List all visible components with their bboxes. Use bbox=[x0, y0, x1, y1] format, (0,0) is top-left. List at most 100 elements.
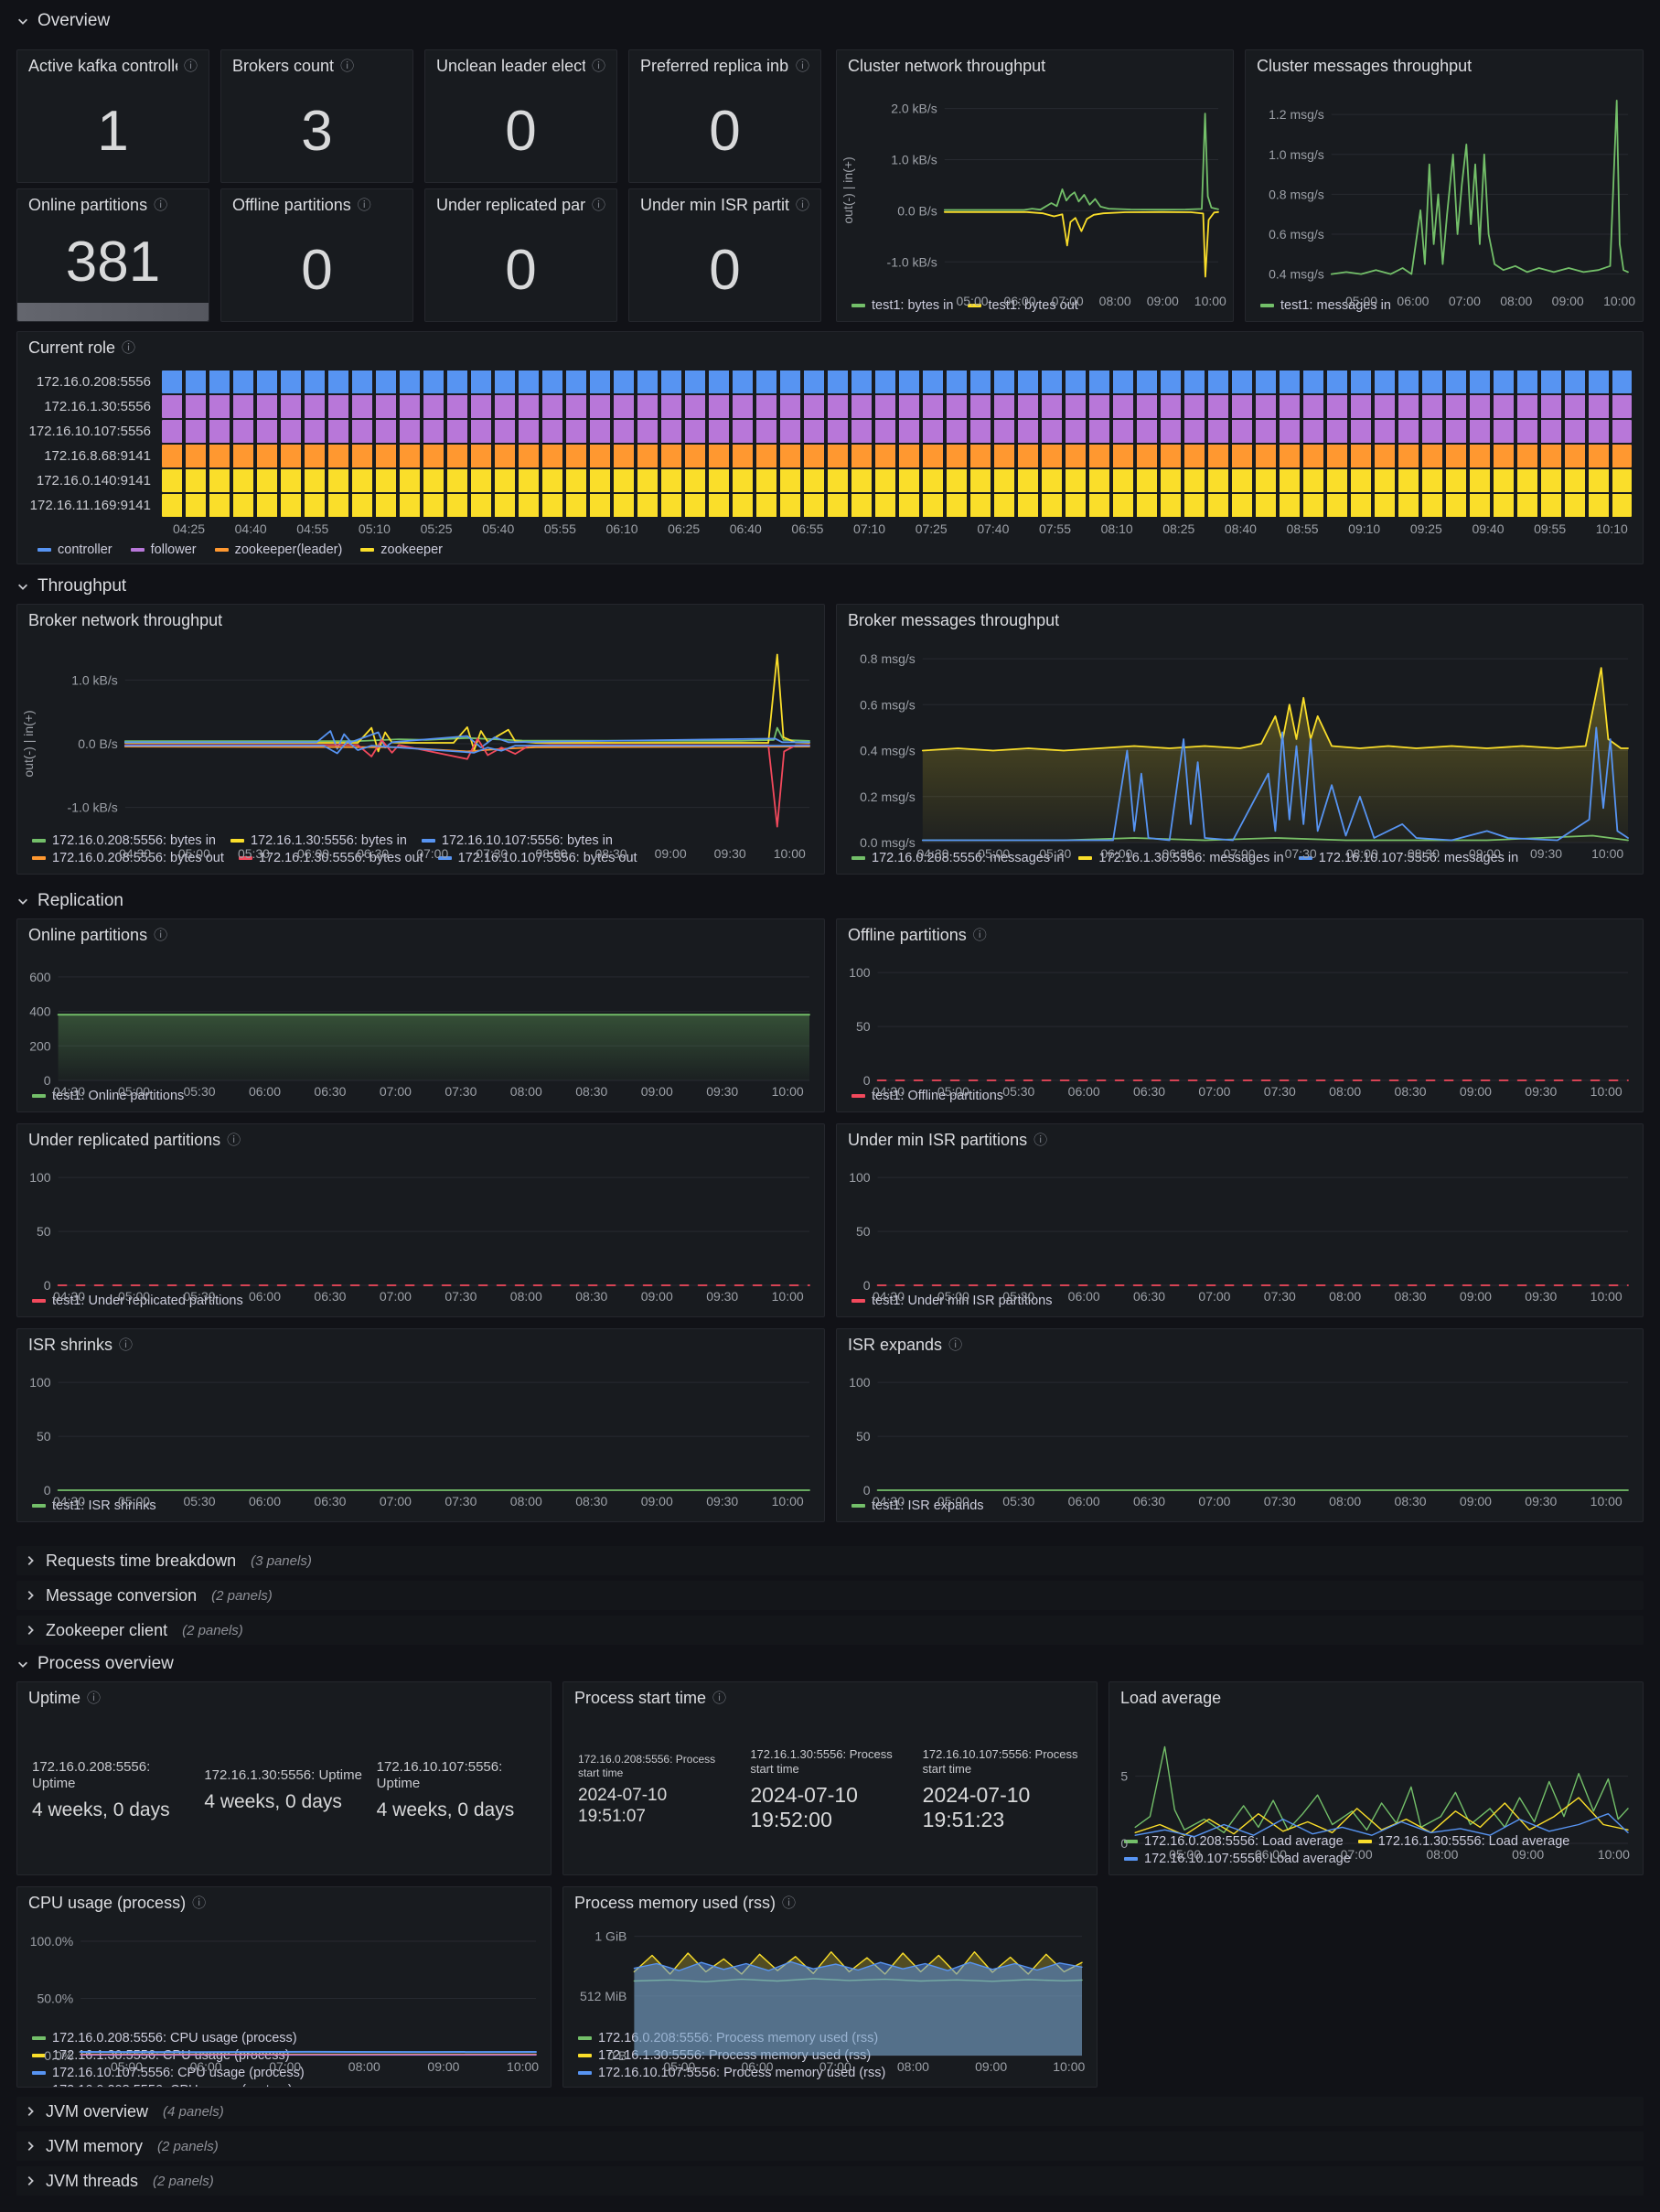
info-icon[interactable]: ⓘ bbox=[712, 1691, 726, 1705]
panel-title[interactable]: CPU usage (process) bbox=[28, 1894, 186, 1913]
info-icon[interactable]: ⓘ bbox=[592, 199, 605, 212]
legend-item[interactable]: 172.16.0.208:5556: CPU usage (system) bbox=[32, 2083, 293, 2088]
panel-title[interactable]: Current role bbox=[28, 338, 115, 358]
offline-partitions-chart[interactable]: 10050004:3005:0005:3006:0006:3007:0007:3… bbox=[841, 950, 1639, 1086]
panel-title[interactable]: Broker network throughput bbox=[28, 611, 222, 630]
panel-title[interactable]: ISR expands bbox=[848, 1336, 942, 1355]
cpu-usage-chart[interactable]: 100.0%50.0%0.0%05:0006:0007:0008:0009:00… bbox=[21, 1918, 547, 2028]
info-icon[interactable]: ⓘ bbox=[87, 1691, 101, 1705]
under-min-isr-chart[interactable]: 10050004:3005:0005:3006:0006:3007:0007:3… bbox=[841, 1155, 1639, 1291]
panel-title[interactable]: Offline partitions bbox=[848, 926, 967, 945]
svg-text:05:00: 05:00 bbox=[111, 2059, 143, 2074]
svg-text:0: 0 bbox=[863, 1278, 871, 1293]
panel-title[interactable]: Online partitions bbox=[28, 926, 147, 945]
online-partitions-chart[interactable]: 600400200004:3005:0005:3006:0006:3007:00… bbox=[21, 950, 820, 1086]
legend-item[interactable]: follower bbox=[131, 542, 197, 557]
info-icon[interactable]: ⓘ bbox=[154, 199, 167, 212]
svg-text:out(-) | in(+): out(-) | in(+) bbox=[21, 710, 36, 777]
svg-text:05:30: 05:30 bbox=[1002, 1289, 1034, 1304]
status-row-track[interactable] bbox=[162, 370, 1632, 393]
row-zookeeper-client[interactable]: Zookeeper client (2 panels) bbox=[16, 1616, 1644, 1645]
info-icon[interactable]: ⓘ bbox=[948, 1338, 962, 1352]
status-row-track[interactable] bbox=[162, 469, 1632, 492]
panel-title[interactable]: Online partitions bbox=[28, 196, 147, 215]
info-icon[interactable]: ⓘ bbox=[154, 929, 167, 942]
panel-under-min-isr-chart: Under min ISR partitions ⓘ 10050004:3005:… bbox=[836, 1123, 1644, 1317]
legend-item[interactable]: zookeeper(leader) bbox=[215, 542, 343, 557]
row-jvm-memory[interactable]: JVM memory (2 panels) bbox=[16, 2131, 1644, 2161]
info-icon[interactable]: ⓘ bbox=[782, 1896, 796, 1910]
info-icon[interactable]: ⓘ bbox=[340, 59, 354, 73]
isr-expands-chart[interactable]: 10050004:3005:0005:3006:0006:3007:0007:3… bbox=[841, 1360, 1639, 1496]
info-icon[interactable]: ⓘ bbox=[184, 59, 198, 73]
section-row-overview[interactable]: Overview bbox=[16, 9, 110, 33]
info-icon[interactable]: ⓘ bbox=[192, 1896, 206, 1910]
panel-title[interactable]: Uptime bbox=[28, 1689, 80, 1708]
status-row-track[interactable] bbox=[162, 395, 1632, 418]
panel-title[interactable]: Offline partitions bbox=[232, 196, 351, 215]
status-row: 172.16.1.30:5556 bbox=[25, 395, 1632, 418]
legend-label: 172.16.0.208:5556: CPU usage (system) bbox=[52, 2083, 293, 2088]
legend-item[interactable]: zookeeper bbox=[360, 542, 443, 557]
panel-title[interactable]: Unclean leader electic bbox=[436, 57, 585, 76]
info-icon[interactable]: ⓘ bbox=[592, 59, 605, 73]
load-average-chart[interactable]: 5005:0006:0007:0008:0009:0010:00 bbox=[1113, 1713, 1639, 1831]
svg-text:out(-) | in(+): out(-) | in(+) bbox=[841, 156, 855, 223]
row-requests-time-breakdown[interactable]: Requests time breakdown (3 panels) bbox=[16, 1546, 1644, 1575]
info-icon[interactable]: ⓘ bbox=[227, 1133, 241, 1147]
panel-title[interactable]: Process memory used (rss) bbox=[574, 1894, 776, 1913]
chevron-right-icon bbox=[24, 2140, 37, 2153]
legend-item[interactable]: controller bbox=[37, 542, 112, 557]
broker-network-chart[interactable]: 1.0 kB/s0.0 B/s-1.0 kB/s04:3005:0005:300… bbox=[21, 636, 820, 831]
panel-title[interactable]: Broker messages throughput bbox=[848, 611, 1059, 630]
chevron-right-icon bbox=[24, 2174, 37, 2187]
cluster-network-chart[interactable]: 2.0 kB/s1.0 kB/s0.0 B/s-1.0 kB/s05:0006:… bbox=[841, 81, 1229, 295]
panel-title[interactable]: Under replicated partitions bbox=[28, 1131, 220, 1150]
current-role-rows: 172.16.0.208:5556172.16.1.30:5556172.16.… bbox=[25, 370, 1632, 517]
panel-title[interactable]: Under min ISR partitio bbox=[640, 196, 789, 215]
svg-text:0.4 msg/s: 0.4 msg/s bbox=[860, 744, 916, 758]
row-jvm-threads[interactable]: JVM threads (2 panels) bbox=[16, 2166, 1644, 2196]
panel-offline-partitions-chart: Offline partitions ⓘ 10050004:3005:0005:3… bbox=[836, 918, 1644, 1112]
panel-title[interactable]: Under min ISR partitions bbox=[848, 1131, 1027, 1150]
panel-title[interactable]: Cluster network throughput bbox=[848, 57, 1045, 76]
section-row-process-overview[interactable]: Process overview bbox=[16, 1652, 174, 1676]
svg-text:05:00: 05:00 bbox=[663, 2059, 695, 2074]
panel-title[interactable]: Brokers count bbox=[232, 57, 334, 76]
panel-title[interactable]: ISR shrinks bbox=[28, 1336, 112, 1355]
svg-text:10:00: 10:00 bbox=[774, 846, 806, 861]
svg-text:07:00: 07:00 bbox=[416, 846, 448, 861]
info-icon[interactable]: ⓘ bbox=[973, 929, 987, 942]
section-row-throughput[interactable]: Throughput bbox=[16, 574, 126, 598]
row-jvm-overview[interactable]: JVM overview (4 panels) bbox=[16, 2097, 1644, 2126]
stat-value: 1 bbox=[17, 81, 209, 182]
stat-value: 0 bbox=[425, 81, 616, 182]
svg-text:06:30: 06:30 bbox=[314, 1084, 346, 1099]
panel-title[interactable]: Process start time bbox=[574, 1689, 706, 1708]
status-row-track[interactable] bbox=[162, 445, 1632, 467]
info-icon[interactable]: ⓘ bbox=[1033, 1133, 1047, 1147]
info-icon[interactable]: ⓘ bbox=[796, 59, 809, 73]
info-icon[interactable]: ⓘ bbox=[119, 1338, 133, 1352]
info-icon[interactable]: ⓘ bbox=[122, 341, 135, 355]
panel-title[interactable]: Active kafka controlle bbox=[28, 57, 177, 76]
section-row-replication[interactable]: Replication bbox=[16, 889, 123, 913]
cluster-messages-chart[interactable]: 1.2 msg/s1.0 msg/s0.8 msg/s0.6 msg/s0.4 … bbox=[1249, 81, 1639, 295]
svg-text:400: 400 bbox=[29, 1004, 51, 1019]
svg-text:0.0 B/s: 0.0 B/s bbox=[897, 203, 937, 218]
info-icon[interactable]: ⓘ bbox=[796, 199, 809, 212]
svg-text:09:00: 09:00 bbox=[975, 2059, 1007, 2074]
status-row-track[interactable] bbox=[162, 494, 1632, 517]
isr-shrinks-chart[interactable]: 10050004:3005:0005:3006:0006:3007:0007:3… bbox=[21, 1360, 820, 1496]
row-message-conversion[interactable]: Message conversion (2 panels) bbox=[16, 1581, 1644, 1610]
under-replicated-chart[interactable]: 10050004:3005:0005:3006:0006:3007:0007:3… bbox=[21, 1155, 820, 1291]
info-icon[interactable]: ⓘ bbox=[358, 199, 371, 212]
panel-title[interactable]: Preferred replica inbal bbox=[640, 57, 789, 76]
svg-text:08:00: 08:00 bbox=[1426, 1847, 1458, 1862]
panel-title[interactable]: Under replicated parti bbox=[436, 196, 585, 215]
broker-messages-chart[interactable]: 0.8 msg/s0.6 msg/s0.4 msg/s0.2 msg/s0.0 … bbox=[841, 636, 1639, 848]
status-row-track[interactable] bbox=[162, 420, 1632, 443]
panel-title[interactable]: Cluster messages throughput bbox=[1257, 57, 1472, 76]
process-memory-chart[interactable]: 1 GiB512 MiB0 B05:0006:0007:0008:0009:00… bbox=[567, 1918, 1093, 2028]
panel-title[interactable]: Load average bbox=[1120, 1689, 1221, 1708]
